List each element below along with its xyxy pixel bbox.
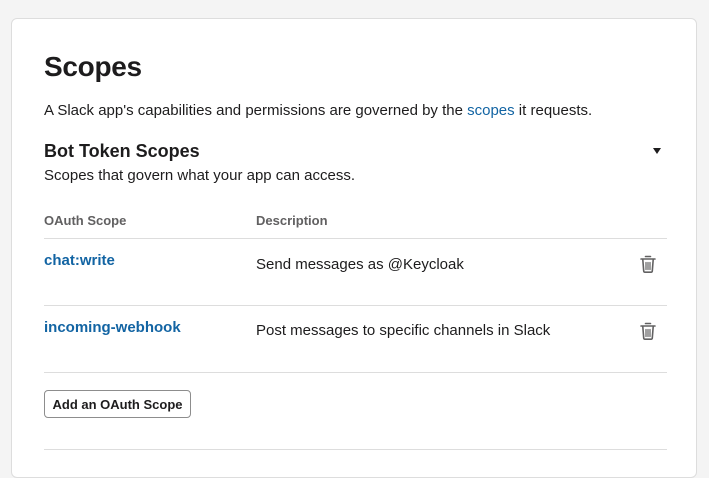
scope-link-incoming-webhook[interactable]: incoming-webhook — [44, 319, 181, 336]
page-title: Scopes — [44, 51, 142, 82]
row-divider — [44, 372, 667, 373]
section-bottom-divider — [44, 449, 667, 450]
bot-token-scopes-title: Bot Token Scopes — [44, 141, 200, 161]
add-oauth-scope-button[interactable]: Add an OAuth Scope — [44, 390, 191, 418]
bot-token-scopes-subtitle: Scopes that govern what your app can acc… — [44, 167, 356, 184]
column-header-oauth-scope: OAuth Scope — [44, 213, 127, 228]
scope-description: Send messages as @Keycloak — [256, 256, 464, 273]
table-header-divider — [44, 238, 667, 239]
column-header-description: Description — [256, 213, 328, 228]
trash-icon[interactable] — [639, 321, 657, 341]
scopes-link[interactable]: scopes — [467, 102, 515, 119]
scope-description: Post messages to specific channels in Sl… — [256, 322, 551, 339]
scopes-card: Scopes A Slack app's capabilities and pe… — [11, 18, 697, 478]
caret-down-icon[interactable] — [651, 146, 663, 158]
intro-text-end: it requests. — [514, 102, 593, 119]
scopes-intro-text: A Slack app's capabilities and permissio… — [44, 102, 592, 119]
trash-icon[interactable] — [639, 254, 657, 274]
scope-link-chat-write[interactable]: chat:write — [44, 252, 115, 269]
intro-text-start: A Slack app's capabilities and permissio… — [44, 102, 468, 119]
row-divider — [44, 305, 667, 306]
